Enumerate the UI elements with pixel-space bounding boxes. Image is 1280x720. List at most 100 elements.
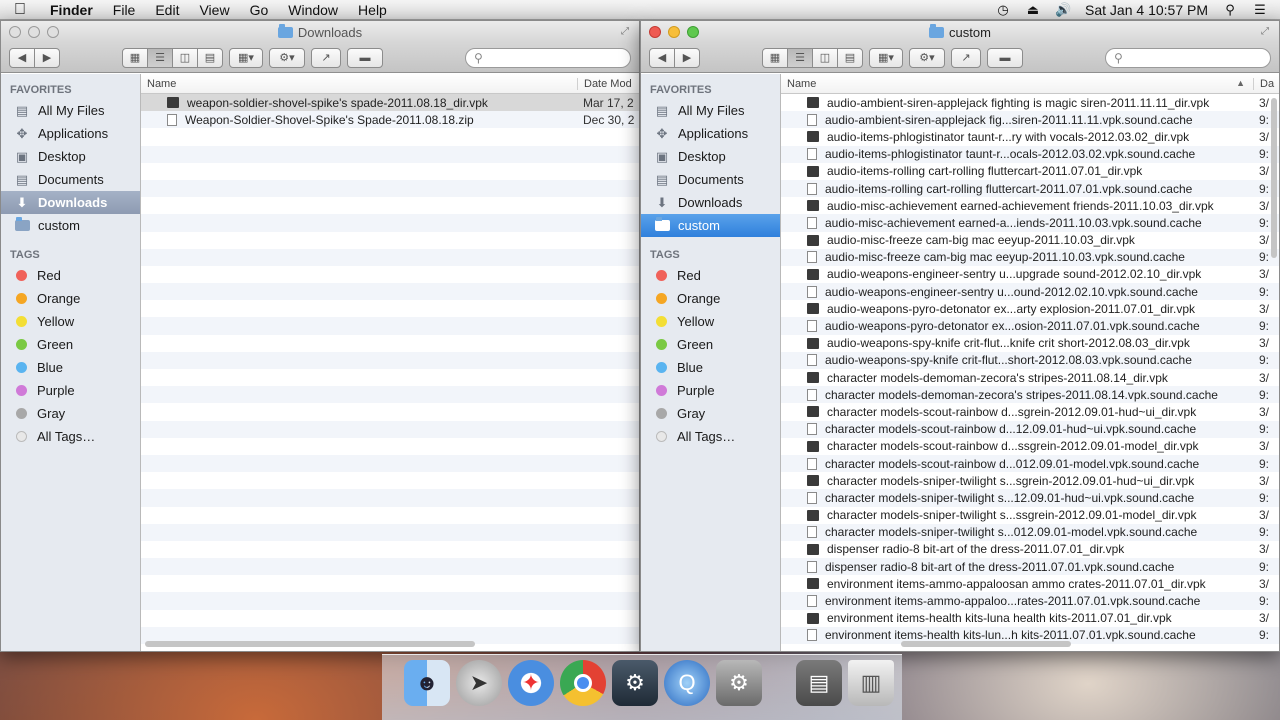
column-header-name[interactable]: Name (141, 78, 577, 90)
menu-app-name[interactable]: Finder (40, 2, 103, 18)
finder-icon[interactable]: ☻ (404, 660, 450, 706)
sidebar-all-tags[interactable]: All Tags… (1, 425, 140, 448)
sidebar-item-downloads[interactable]: ⬇ Downloads (641, 191, 780, 214)
sidebar-all-tags[interactable]: All Tags… (641, 425, 780, 448)
icon-view-button[interactable]: ▦ (122, 47, 148, 68)
action-gear-button[interactable]: ⚙▾ (269, 47, 305, 68)
sidebar-tag-blue[interactable]: Blue (641, 356, 780, 379)
search-input[interactable]: ⚲ (1105, 47, 1271, 68)
forward-button[interactable]: ▶ (34, 47, 60, 68)
icon-view-button[interactable]: ▦ (762, 47, 788, 68)
list-view-button[interactable]: ☰ (147, 47, 173, 68)
file-row[interactable]: audio-weapons-engineer-sentry u...upgrad… (781, 266, 1279, 283)
column-header-date[interactable]: Da (1253, 77, 1279, 90)
coverflow-view-button[interactable]: ▤ (837, 47, 863, 68)
file-row[interactable]: Weapon-Soldier-Shovel-Spike's Spade-2011… (141, 111, 639, 129)
sidebar-tag-orange[interactable]: Orange (641, 287, 780, 310)
sidebar-tag-red[interactable]: Red (1, 264, 140, 287)
menu-clock[interactable]: Sat Jan 4 10:57 PM (1085, 2, 1208, 18)
time-machine-icon[interactable]: ◷ (995, 2, 1011, 17)
file-row[interactable]: dispenser radio-8 bit-art of the dress-2… (781, 558, 1279, 576)
file-row[interactable]: character models-scout-rainbow d...012.0… (781, 454, 1279, 473)
menu-window[interactable]: Window (278, 2, 348, 18)
volume-icon[interactable]: 🔊 (1055, 2, 1071, 17)
steam-icon[interactable]: ⚙ (612, 660, 658, 706)
menu-help[interactable]: Help (348, 2, 397, 18)
sidebar-tag-orange[interactable]: Orange (1, 287, 140, 310)
sidebar-tag-green[interactable]: Green (1, 333, 140, 356)
file-row[interactable]: audio-items-phlogistinator taunt-r...ry … (781, 128, 1279, 145)
file-row[interactable]: character models-sniper-twilight s...ssg… (781, 507, 1279, 524)
apple-menu-icon[interactable]:  (0, 1, 40, 19)
arrange-button[interactable]: ▦▾ (229, 47, 263, 68)
file-row[interactable]: audio-weapons-engineer-sentry u...ound-2… (781, 283, 1279, 301)
back-button[interactable]: ◀ (649, 47, 675, 68)
back-button[interactable]: ◀ (9, 47, 35, 68)
file-row[interactable]: audio-ambient-siren-applejack fig...sire… (781, 111, 1279, 129)
column-header-name[interactable]: Name ▲ (781, 78, 1253, 90)
share-button[interactable]: ↗ (311, 47, 341, 68)
file-row[interactable]: environment items-health kits-luna healt… (781, 610, 1279, 627)
sidebar-item-desktop[interactable]: ▣ Desktop (641, 145, 780, 168)
sidebar-item-applications[interactable]: ✥ Applications (1, 122, 140, 145)
title-bar[interactable]: custom ⤢ (641, 21, 1279, 43)
menu-view[interactable]: View (189, 2, 239, 18)
sidebar-item-all-my-files[interactable]: ▤ All My Files (641, 99, 780, 122)
file-row[interactable]: environment items-ammo-appaloo...rates-2… (781, 592, 1279, 610)
sidebar-tag-green[interactable]: Green (641, 333, 780, 356)
fullscreen-icon[interactable]: ⤢ (1261, 26, 1273, 38)
minimize-button[interactable] (668, 26, 680, 38)
file-row[interactable]: audio-weapons-pyro-detonator ex...osion-… (781, 317, 1279, 335)
file-row[interactable]: audio-ambient-siren-applejack fighting i… (781, 94, 1279, 111)
vertical-scrollbar[interactable] (1271, 98, 1277, 258)
column-view-button[interactable]: ◫ (172, 47, 198, 68)
sidebar-tag-blue[interactable]: Blue (1, 356, 140, 379)
file-row[interactable]: audio-items-rolling cart-rolling flutter… (781, 179, 1279, 198)
file-row[interactable]: character models-sniper-twilight s...12.… (781, 489, 1279, 507)
sidebar-item-documents[interactable]: ▤ Documents (1, 168, 140, 191)
menu-file[interactable]: File (103, 2, 146, 18)
minimize-button[interactable] (28, 26, 40, 38)
column-header-date[interactable]: Date Mod (577, 77, 639, 90)
sidebar-item-downloads[interactable]: ⬇ Downloads (1, 191, 140, 214)
file-row[interactable]: audio-misc-freeze cam-big mac eeyup-2011… (781, 248, 1279, 266)
sidebar-item-applications[interactable]: ✥ Applications (641, 122, 780, 145)
list-view-button[interactable]: ☰ (787, 47, 813, 68)
fullscreen-icon[interactable]: ⤢ (621, 26, 633, 38)
sidebar-tag-gray[interactable]: Gray (1, 402, 140, 425)
file-row[interactable]: dispenser radio-8 bit-art of the dress-2… (781, 541, 1279, 558)
file-row[interactable]: audio-misc-freeze cam-big mac eeyup-2011… (781, 232, 1279, 249)
file-row[interactable]: character models-scout-rainbow d...ssgre… (781, 438, 1279, 455)
file-row[interactable]: audio-weapons-pyro-detonator ex...arty e… (781, 300, 1279, 317)
file-row[interactable]: character models-sniper-twilight s...012… (781, 523, 1279, 541)
search-input[interactable]: ⚲ (465, 47, 631, 68)
file-row[interactable]: audio-misc-achievement earned-achievemen… (781, 197, 1279, 214)
trash-icon[interactable]: ▥ (848, 660, 894, 706)
tag-button[interactable]: ▬ (987, 47, 1023, 68)
sidebar-tag-yellow[interactable]: Yellow (1, 310, 140, 333)
eject-icon[interactable]: ⏏ (1025, 2, 1041, 17)
sidebar-tag-red[interactable]: Red (641, 264, 780, 287)
tag-button[interactable]: ▬ (347, 47, 383, 68)
spotlight-icon[interactable]: ⚲ (1222, 2, 1238, 17)
quicktime-icon[interactable]: Q (664, 660, 710, 706)
file-row[interactable]: audio-weapons-spy-knife crit-flut...shor… (781, 351, 1279, 369)
system-preferences-icon[interactable]: ⚙ (716, 660, 762, 706)
horizontal-scrollbar[interactable] (901, 641, 1071, 647)
horizontal-scrollbar[interactable] (145, 641, 475, 647)
file-row[interactable]: character models-scout-rainbow d...sgrei… (781, 403, 1279, 420)
close-button[interactable] (649, 26, 661, 38)
sidebar-item-documents[interactable]: ▤ Documents (641, 168, 780, 191)
file-row[interactable]: character models-sniper-twilight s...sgr… (781, 472, 1279, 489)
sidebar-tag-purple[interactable]: Purple (1, 379, 140, 402)
coverflow-view-button[interactable]: ▤ (197, 47, 223, 68)
menu-go[interactable]: Go (240, 2, 279, 18)
menu-edit[interactable]: Edit (145, 2, 189, 18)
title-bar[interactable]: Downloads ⤢ (1, 21, 639, 43)
action-gear-button[interactable]: ⚙▾ (909, 47, 945, 68)
safari-icon[interactable]: ✦ (508, 660, 554, 706)
sidebar-item-custom[interactable]: custom (1, 214, 140, 237)
zoom-button[interactable] (687, 26, 699, 38)
file-row[interactable]: audio-items-rolling cart-rolling flutter… (781, 163, 1279, 180)
column-view-button[interactable]: ◫ (812, 47, 838, 68)
